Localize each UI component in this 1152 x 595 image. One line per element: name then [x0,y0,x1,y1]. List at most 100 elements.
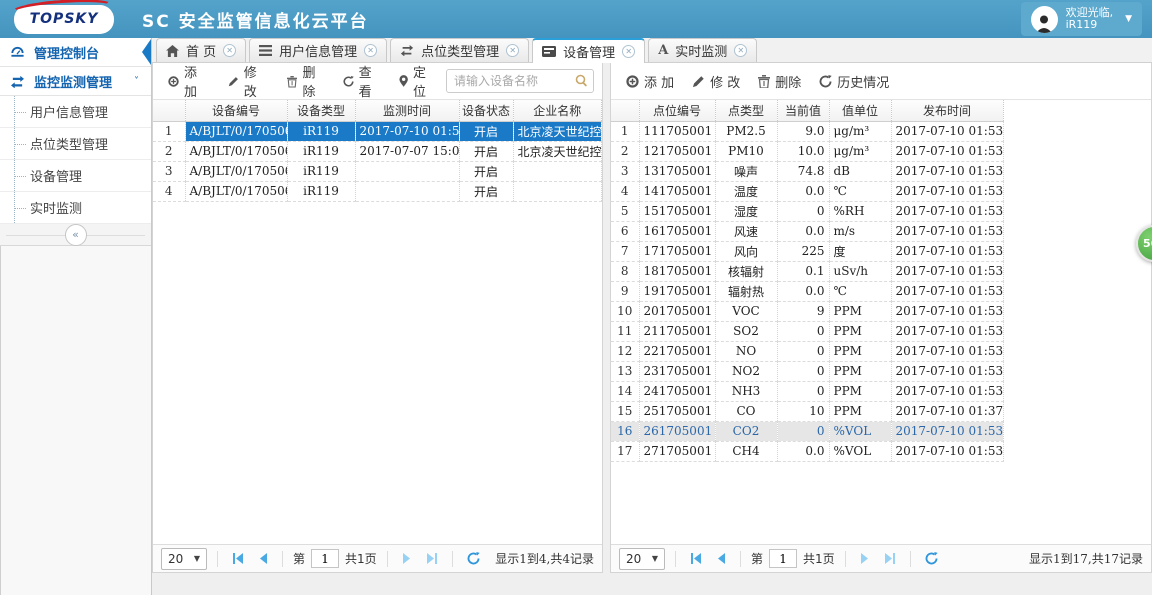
table-row[interactable]: 3 A/BJLT/0/1705003 iR119 开启 [153,161,602,182]
table-row[interactable]: 2 A/BJLT/0/1705002 iR119 2017-07-07 15:0… [153,141,602,162]
page-size-select[interactable]: 20 ▼ [161,547,207,570]
sidebar-item-device-mgmt[interactable]: 设备管理 [0,160,151,192]
first-page-button[interactable] [686,553,707,564]
column-header[interactable]: 设备类型 [287,100,356,122]
last-page-button[interactable] [879,553,900,564]
row-number: 3 [611,161,640,182]
column-header[interactable]: 设备编号 [185,100,288,122]
search-icon[interactable] [575,74,589,88]
point-type-cell: NO2 [715,361,778,382]
page-size-select[interactable]: 20 ▼ [619,547,665,570]
sidebar-group-monitoring[interactable]: 监控监测管理 ˅ [0,67,151,96]
sidebar-item-label: 管理控制台 [34,46,100,62]
table-row[interactable]: 12 221705001 NO 0 PPM 2017-07-10 01:53:2… [611,341,1004,362]
tab-label: 首 页 [186,45,217,60]
tab-point-type[interactable]: 点位类型管理 ✕ [390,38,530,62]
button-label: 修 改 [243,66,257,100]
device-status-cell: 开启 [459,141,514,162]
reload-button[interactable] [463,552,484,565]
close-icon[interactable]: ✕ [364,44,378,57]
prev-page-button[interactable] [713,553,730,564]
point-id-cell: 211705001 [639,321,716,342]
view-button[interactable]: 查看 [336,58,388,104]
page-number-input[interactable] [311,549,340,568]
row-number: 9 [611,281,640,302]
dashboard-icon [11,46,24,57]
add-button[interactable]: 添 加 [161,58,217,104]
row-number: 16 [611,421,640,442]
column-header[interactable]: 发布时间 [891,100,1004,122]
unit-cell: %RH [829,201,892,222]
unit-cell: 度 [829,241,892,262]
user-menu[interactable]: 欢迎光临, iR119 ▼ [1020,2,1142,36]
column-header[interactable]: 点类型 [715,100,778,122]
point-type-cell: PM2.5 [715,121,778,142]
collapse-sidebar-button[interactable]: « [64,223,87,246]
sidebar-item-user-info[interactable]: 用户信息管理 [0,96,151,128]
table-row[interactable]: 16 261705001 CO2 0 %VOL 2017-07-10 01:53… [611,421,1004,442]
column-header[interactable]: 监测时间 [355,100,460,122]
next-page-button[interactable] [398,553,415,564]
close-icon[interactable]: ✕ [734,44,748,57]
delete-button[interactable]: 删除 [280,58,331,104]
point-type-cell: 湿度 [715,201,778,222]
button-label: 查看 [358,66,372,100]
table-row[interactable]: 14 241705001 NH3 0 PPM 2017-07-10 01:53:… [611,381,1004,402]
chevron-down-icon[interactable]: ▼ [1125,14,1132,24]
publish-time-cell: 2017-07-10 01:53:22 [891,301,1004,322]
close-icon[interactable]: ✕ [506,44,520,57]
history-button[interactable]: 历史情况 [812,68,896,95]
point-id-cell: 261705001 [639,421,716,442]
sidebar-item-realtime[interactable]: 实时监测 [0,192,151,224]
edit-button[interactable]: 修 改 [221,58,277,104]
table-row[interactable]: 1 111705001 PM2.5 9.0 μg/m³ 2017-07-10 0… [611,121,1004,142]
point-type-cell: 温度 [715,181,778,202]
close-icon[interactable]: ✕ [223,44,237,57]
table-row[interactable]: 7 171705001 风向 225 度 2017-07-10 01:53:21 [611,241,1004,262]
column-header[interactable]: 设备状态 [459,100,514,122]
sidebar-item-console[interactable]: 管理控制台 [0,38,151,67]
search-input[interactable] [446,69,594,93]
divider [217,550,218,567]
next-page-button[interactable] [856,553,873,564]
table-row[interactable]: 15 251705001 CO 10 PPM 2017-07-10 01:37:… [611,401,1004,422]
reload-button[interactable] [921,552,942,565]
first-page-button[interactable] [228,553,249,564]
table-row[interactable]: 2 121705001 PM10 10.0 μg/m³ 2017-07-10 0… [611,141,1004,162]
column-header[interactable]: 当前值 [777,100,830,122]
locate-button[interactable]: 定位 [392,58,442,104]
tab-realtime[interactable]: A 实时监测 ✕ [648,38,758,62]
table-row[interactable]: 9 191705001 辐射热 0.0 ℃ 2017-07-10 01:53:2… [611,281,1004,302]
table-row[interactable]: 17 271705001 CH4 0.0 %VOL 2017-07-10 01:… [611,441,1004,462]
table-row[interactable]: 1 A/BJLT/0/1705001 iR119 2017-07-10 01:5… [153,121,602,142]
edit-button[interactable]: 修 改 [685,68,747,95]
table-row[interactable]: 3 131705001 噪声 74.8 dB 2017-07-10 01:53:… [611,161,1004,182]
divider [740,550,741,567]
current-value-cell: 0.0 [777,281,830,302]
prev-page-button[interactable] [255,553,272,564]
table-row[interactable]: 11 211705001 SO2 0 PPM 2017-07-10 01:53:… [611,321,1004,342]
sidebar-item-point-type[interactable]: 点位类型管理 [0,128,151,160]
tab-home[interactable]: 首 页 ✕ [156,38,247,62]
page-total: 共1页 [803,552,835,566]
close-icon[interactable]: ✕ [622,45,636,58]
person-icon [1036,15,1053,33]
tab-user-info[interactable]: 用户信息管理 ✕ [249,38,388,62]
page-number-input[interactable] [769,549,798,568]
table-row[interactable]: 6 161705001 风速 0.0 m/s 2017-07-10 01:53:… [611,221,1004,242]
last-page-button[interactable] [421,553,442,564]
table-row[interactable]: 13 231705001 NO2 0 PPM 2017-07-10 01:53:… [611,361,1004,382]
add-button[interactable]: 添 加 [619,68,681,95]
column-header[interactable]: 点位编号 [639,100,716,122]
table-row[interactable]: 5 151705001 湿度 0 %RH 2017-07-10 01:53:22 [611,201,1004,222]
column-header[interactable]: 值单位 [829,100,892,122]
table-row[interactable]: 4 A/BJLT/0/1705004 iR119 开启 [153,181,602,202]
publish-time-cell: 2017-07-10 01:53:21 [891,141,1004,162]
delete-button[interactable]: 删除 [751,68,808,95]
column-header[interactable]: 企业名称 [513,100,602,122]
table-row[interactable]: 10 201705001 VOC 9 PPM 2017-07-10 01:53:… [611,301,1004,322]
tab-device-mgmt[interactable]: 设备管理 ✕ [532,38,646,63]
button-label: 添 加 [184,66,198,100]
table-row[interactable]: 8 181705001 核辐射 0.1 uSv/h 2017-07-10 01:… [611,261,1004,282]
table-row[interactable]: 4 141705001 温度 0.0 ℃ 2017-07-10 01:53:22 [611,181,1004,202]
